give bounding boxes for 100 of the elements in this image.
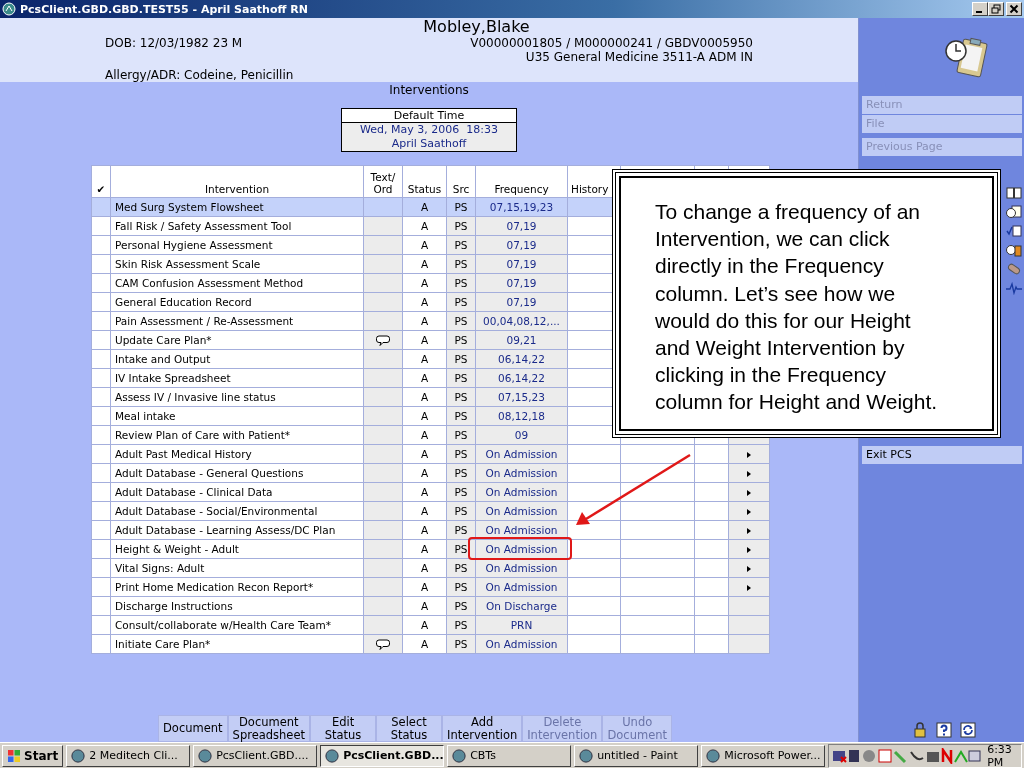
frequency-cell[interactable]: 09 (514, 429, 529, 441)
table-cell: A (420, 581, 429, 593)
action-button[interactable]: Edit Status (310, 715, 376, 742)
table-row[interactable]: Adult Database - Learning Assess/DC Plan A PS On Admission (91, 520, 770, 540)
table-row[interactable]: Initiate Care Plan* A PS On Admission (91, 634, 770, 654)
expand-arrow-icon[interactable] (747, 585, 751, 591)
table-cell: PS (454, 562, 468, 574)
speech-bubble-icon[interactable] (376, 334, 390, 347)
app-icon (579, 748, 594, 763)
table-cell: PS (454, 505, 468, 517)
heartbeat-icon[interactable] (1006, 281, 1022, 295)
table-cell: A (420, 201, 429, 213)
expand-arrow-icon[interactable] (747, 509, 751, 515)
frequency-cell[interactable]: 07,19 (506, 258, 537, 270)
table-cell: Review Plan of Care with Patient* (115, 429, 290, 441)
frequency-cell[interactable]: 07,19 (506, 296, 537, 308)
action-button[interactable]: Select Status (376, 715, 442, 742)
lock-icon[interactable] (912, 722, 928, 738)
table-row[interactable]: Adult Database - Clinical Data A PS On Admission (91, 482, 770, 502)
taskbar-button[interactable]: 2 Meditech Cli... (66, 744, 191, 767)
speech-bubble-icon[interactable] (376, 638, 390, 651)
table-cell: PS (454, 239, 468, 251)
table-cell: PS (454, 410, 468, 422)
action-button[interactable]: Document Spreadsheet (227, 715, 310, 742)
table-cell: PS (454, 201, 468, 213)
expand-arrow-icon[interactable] (747, 547, 751, 553)
table-cell: A (420, 296, 429, 308)
help-icon[interactable] (936, 722, 952, 738)
table-row[interactable]: Adult Database - General Questions A PS On Admission (91, 463, 770, 483)
clock-bottle-icon[interactable] (1006, 243, 1022, 257)
table-cell: A (420, 638, 429, 650)
table-cell: Skin Risk Assessment Scale (115, 258, 261, 270)
restore-icon (991, 4, 1001, 14)
table-cell: Vital Signs: Adult (115, 562, 205, 574)
account-numbers: V00000001805 / M000000241 / GBDV0005950 (470, 36, 753, 50)
table-row[interactable]: Vital Signs: Adult A PS On Admission (91, 558, 770, 578)
table-cell: Assess IV / Invasive line status (115, 391, 276, 403)
expand-arrow-icon[interactable] (747, 452, 751, 458)
default-time-box[interactable]: Default Time Wed, May 3, 2006 18:33 April Saathoff (341, 108, 517, 152)
sidebar-button[interactable]: Exit PCS (862, 446, 1022, 464)
window-title: PcsClient.GBD.GBD.TEST55 - April Saathoff RN (20, 2, 309, 16)
table-row[interactable]: Height & Weight - Adult A PS On Admission (91, 539, 770, 559)
table-cell: PS (454, 448, 468, 460)
taskbar-button[interactable]: CBTs (447, 744, 572, 767)
clock[interactable]: 6:33 PM (987, 742, 1015, 768)
table-cell: Update Care Plan* (115, 334, 212, 346)
taskbar-button[interactable]: PcsClient.GBD... (320, 744, 445, 767)
page-title: Interventions (388, 83, 470, 99)
taskbar-button[interactable]: untitled - Paint (574, 744, 699, 767)
table-cell: A (420, 429, 429, 441)
expand-arrow-icon[interactable] (747, 471, 751, 477)
table-cell: PS (454, 619, 468, 631)
table-cell: A (420, 467, 429, 479)
action-button[interactable]: Document (158, 715, 228, 742)
table-cell: A (420, 372, 429, 384)
frequency-cell[interactable]: 07,19 (506, 239, 537, 251)
table-cell: A (420, 448, 429, 460)
table-row[interactable]: Consult/collaborate w/Health Care Team* A PS PRN (91, 615, 770, 635)
action-button[interactable]: Add Intervention (442, 715, 523, 742)
table-cell: PS (454, 220, 468, 232)
table-cell: A (420, 334, 429, 346)
tray-icons-drawing[interactable] (831, 747, 982, 764)
table-cell: A (420, 543, 429, 555)
table-cell: Adult Database - Learning Assess/DC Plan (115, 524, 336, 536)
checklist-icon[interactable] (1006, 224, 1022, 238)
start-button[interactable]: Start (2, 744, 64, 767)
close-button[interactable] (1006, 2, 1022, 16)
taskbar-button[interactable]: PcsClient.GBD.... (193, 744, 318, 767)
refresh-icon[interactable] (960, 722, 976, 738)
table-cell: A (420, 505, 429, 517)
book-icon[interactable] (1006, 186, 1022, 200)
expand-arrow-icon[interactable] (747, 490, 751, 496)
clock-note-icon[interactable] (1006, 205, 1022, 219)
table-row[interactable]: Print Home Medication Recon Report* A PS On Admission (91, 577, 770, 597)
table-row[interactable]: Discharge Instructions A PS On Discharge (91, 596, 770, 616)
restore-button[interactable] (988, 2, 1004, 16)
expand-arrow-icon[interactable] (747, 566, 751, 572)
table-cell: IV Intake Spreadsheet (115, 372, 231, 384)
table-cell: General Education Record (115, 296, 252, 308)
flag-icon (7, 748, 21, 763)
table-cell: Discharge Instructions (115, 600, 233, 612)
expand-arrow-icon[interactable] (747, 528, 751, 534)
default-time-user: April Saathoff (390, 137, 468, 151)
default-time-label: Default Time (342, 109, 516, 123)
table-row[interactable]: Adult Database - Social/Environmental A PS On Admission (91, 501, 770, 521)
bandage-icon[interactable] (1006, 262, 1022, 276)
minimize-button[interactable] (972, 2, 988, 16)
table-cell: Pain Assessment / Re-Assessment (115, 315, 294, 327)
taskbar-button[interactable]: Microsoft Power... (701, 744, 826, 767)
table-cell: CAM Confusion Assessment Method (115, 277, 304, 289)
frequency-cell[interactable]: PRN (510, 619, 533, 631)
frequency-cell[interactable]: 07,19 (506, 277, 537, 289)
table-row[interactable]: Adult Past Medical History A PS On Admission (91, 444, 770, 464)
default-time-value: Wed, May 3, 2006 18:33 (359, 123, 499, 137)
frequency-cell[interactable]: 09,21 (506, 334, 537, 346)
table-cell: Adult Database - Social/Environmental (115, 505, 318, 517)
frequency-cell[interactable]: 07,19 (506, 220, 537, 232)
minimize-icon (976, 11, 982, 13)
table-cell: PS (454, 353, 468, 365)
allergy-text: Allergy/ADR: Codeine, Penicillin (105, 68, 294, 82)
